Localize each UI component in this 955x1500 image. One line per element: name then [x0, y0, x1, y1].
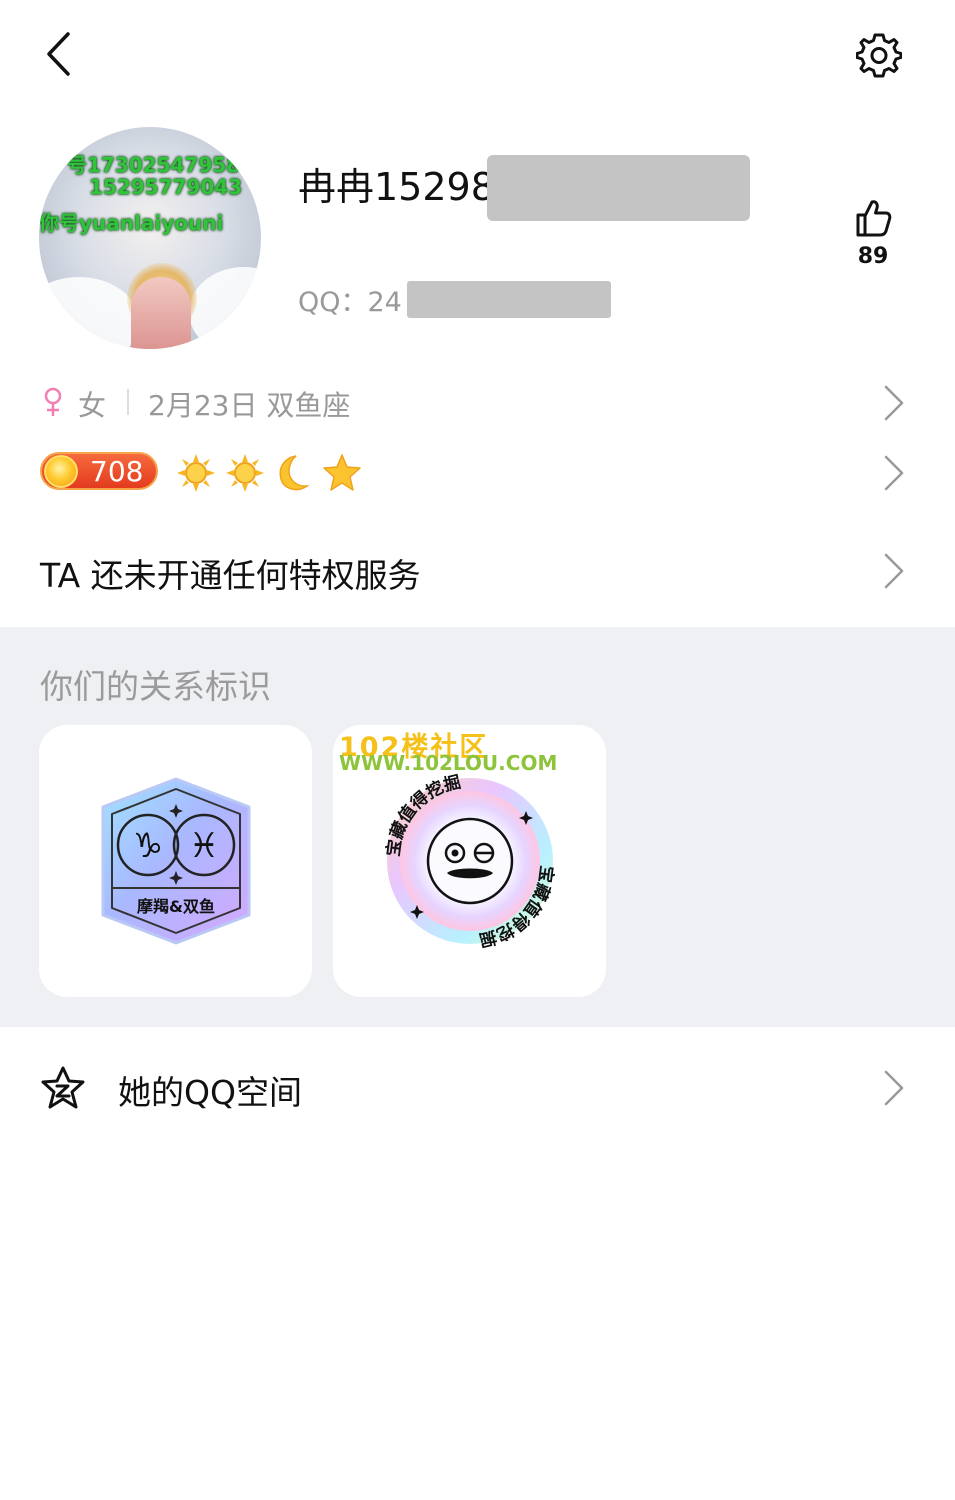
female-icon: [44, 387, 62, 416]
divider: [127, 389, 129, 415]
level-row[interactable]: 708: [0, 444, 955, 504]
qq-number: QQ：24: [298, 287, 402, 318]
relation-card-zodiac[interactable]: ♑ ♓ 摩羯&双鱼: [39, 725, 312, 997]
avatar-overlay-line: 你号yuanlaiyouni: [39, 211, 224, 235]
birthday-label: 2月23日 双鱼座: [148, 389, 351, 422]
avatar-overlay-line: 号17302547958: [67, 153, 241, 177]
svg-text:♓: ♓: [189, 826, 219, 866]
like-button[interactable]: 89: [845, 198, 901, 269]
thumbs-up-icon: [856, 200, 892, 237]
chevron-right-icon: [884, 553, 904, 589]
back-button[interactable]: [36, 28, 80, 80]
zodiac-label: 摩羯&双鱼: [137, 897, 215, 916]
coin-icon: [44, 455, 78, 488]
moon-icon: [279, 455, 310, 491]
avatar-cloud: [39, 277, 139, 349]
watermark-url: WWW.102LOU.COM: [339, 751, 558, 775]
relation-card-treasure[interactable]: 宝藏值得挖掘 宝藏值得挖掘 102楼社区 WWW.102LOU.COM: [333, 725, 606, 997]
chevron-left-icon: [47, 32, 70, 76]
chevron-right-icon: [884, 1070, 904, 1106]
qzone-row[interactable]: 她的QQ空间: [0, 1057, 955, 1119]
privilege-row[interactable]: TA 还未开通任何特权服务: [0, 540, 955, 602]
qzone-star-icon: [41, 1066, 85, 1109]
sun-icon: [177, 454, 215, 492]
redaction-mask: [407, 281, 611, 318]
chevron-right-icon: [884, 385, 904, 421]
qzone-label: 她的QQ空间: [118, 1073, 302, 1112]
zodiac-badge-icon: ♑ ♓ 摩羯&双鱼: [101, 777, 251, 945]
star-icon: [323, 454, 361, 491]
gear-icon: [856, 33, 902, 78]
level-badge: 708: [40, 452, 158, 490]
settings-button[interactable]: [852, 28, 906, 82]
avatar-overlay-line: 15295779043: [89, 175, 243, 199]
level-value: 708: [90, 455, 144, 488]
redaction-mask: [487, 155, 750, 221]
top-bar: [0, 0, 955, 110]
avatar-figure: [131, 277, 191, 349]
sun-icon: [226, 454, 264, 492]
privilege-label: TA 还未开通任何特权服务: [40, 556, 421, 595]
relation-section: 你们的关系标识 ♑ ♓ 摩羯&双鱼 宝藏值得挖掘 宝藏值得挖掘 102楼社区 W…: [0, 627, 955, 1027]
chevron-right-icon: [884, 455, 904, 491]
avatar[interactable]: 号17302547958 15295779043 你号yuanlaiyouni: [39, 127, 261, 349]
relation-title: 你们的关系标识: [40, 667, 271, 706]
profile-header: 号17302547958 15295779043 你号yuanlaiyouni …: [0, 120, 955, 360]
basic-info-row[interactable]: 女 2月23日 双鱼座: [0, 375, 955, 431]
gender-label: 女: [78, 389, 107, 422]
like-count: 89: [857, 244, 889, 269]
svg-text:♑: ♑: [133, 826, 163, 866]
avatar-cloud: [189, 267, 261, 349]
